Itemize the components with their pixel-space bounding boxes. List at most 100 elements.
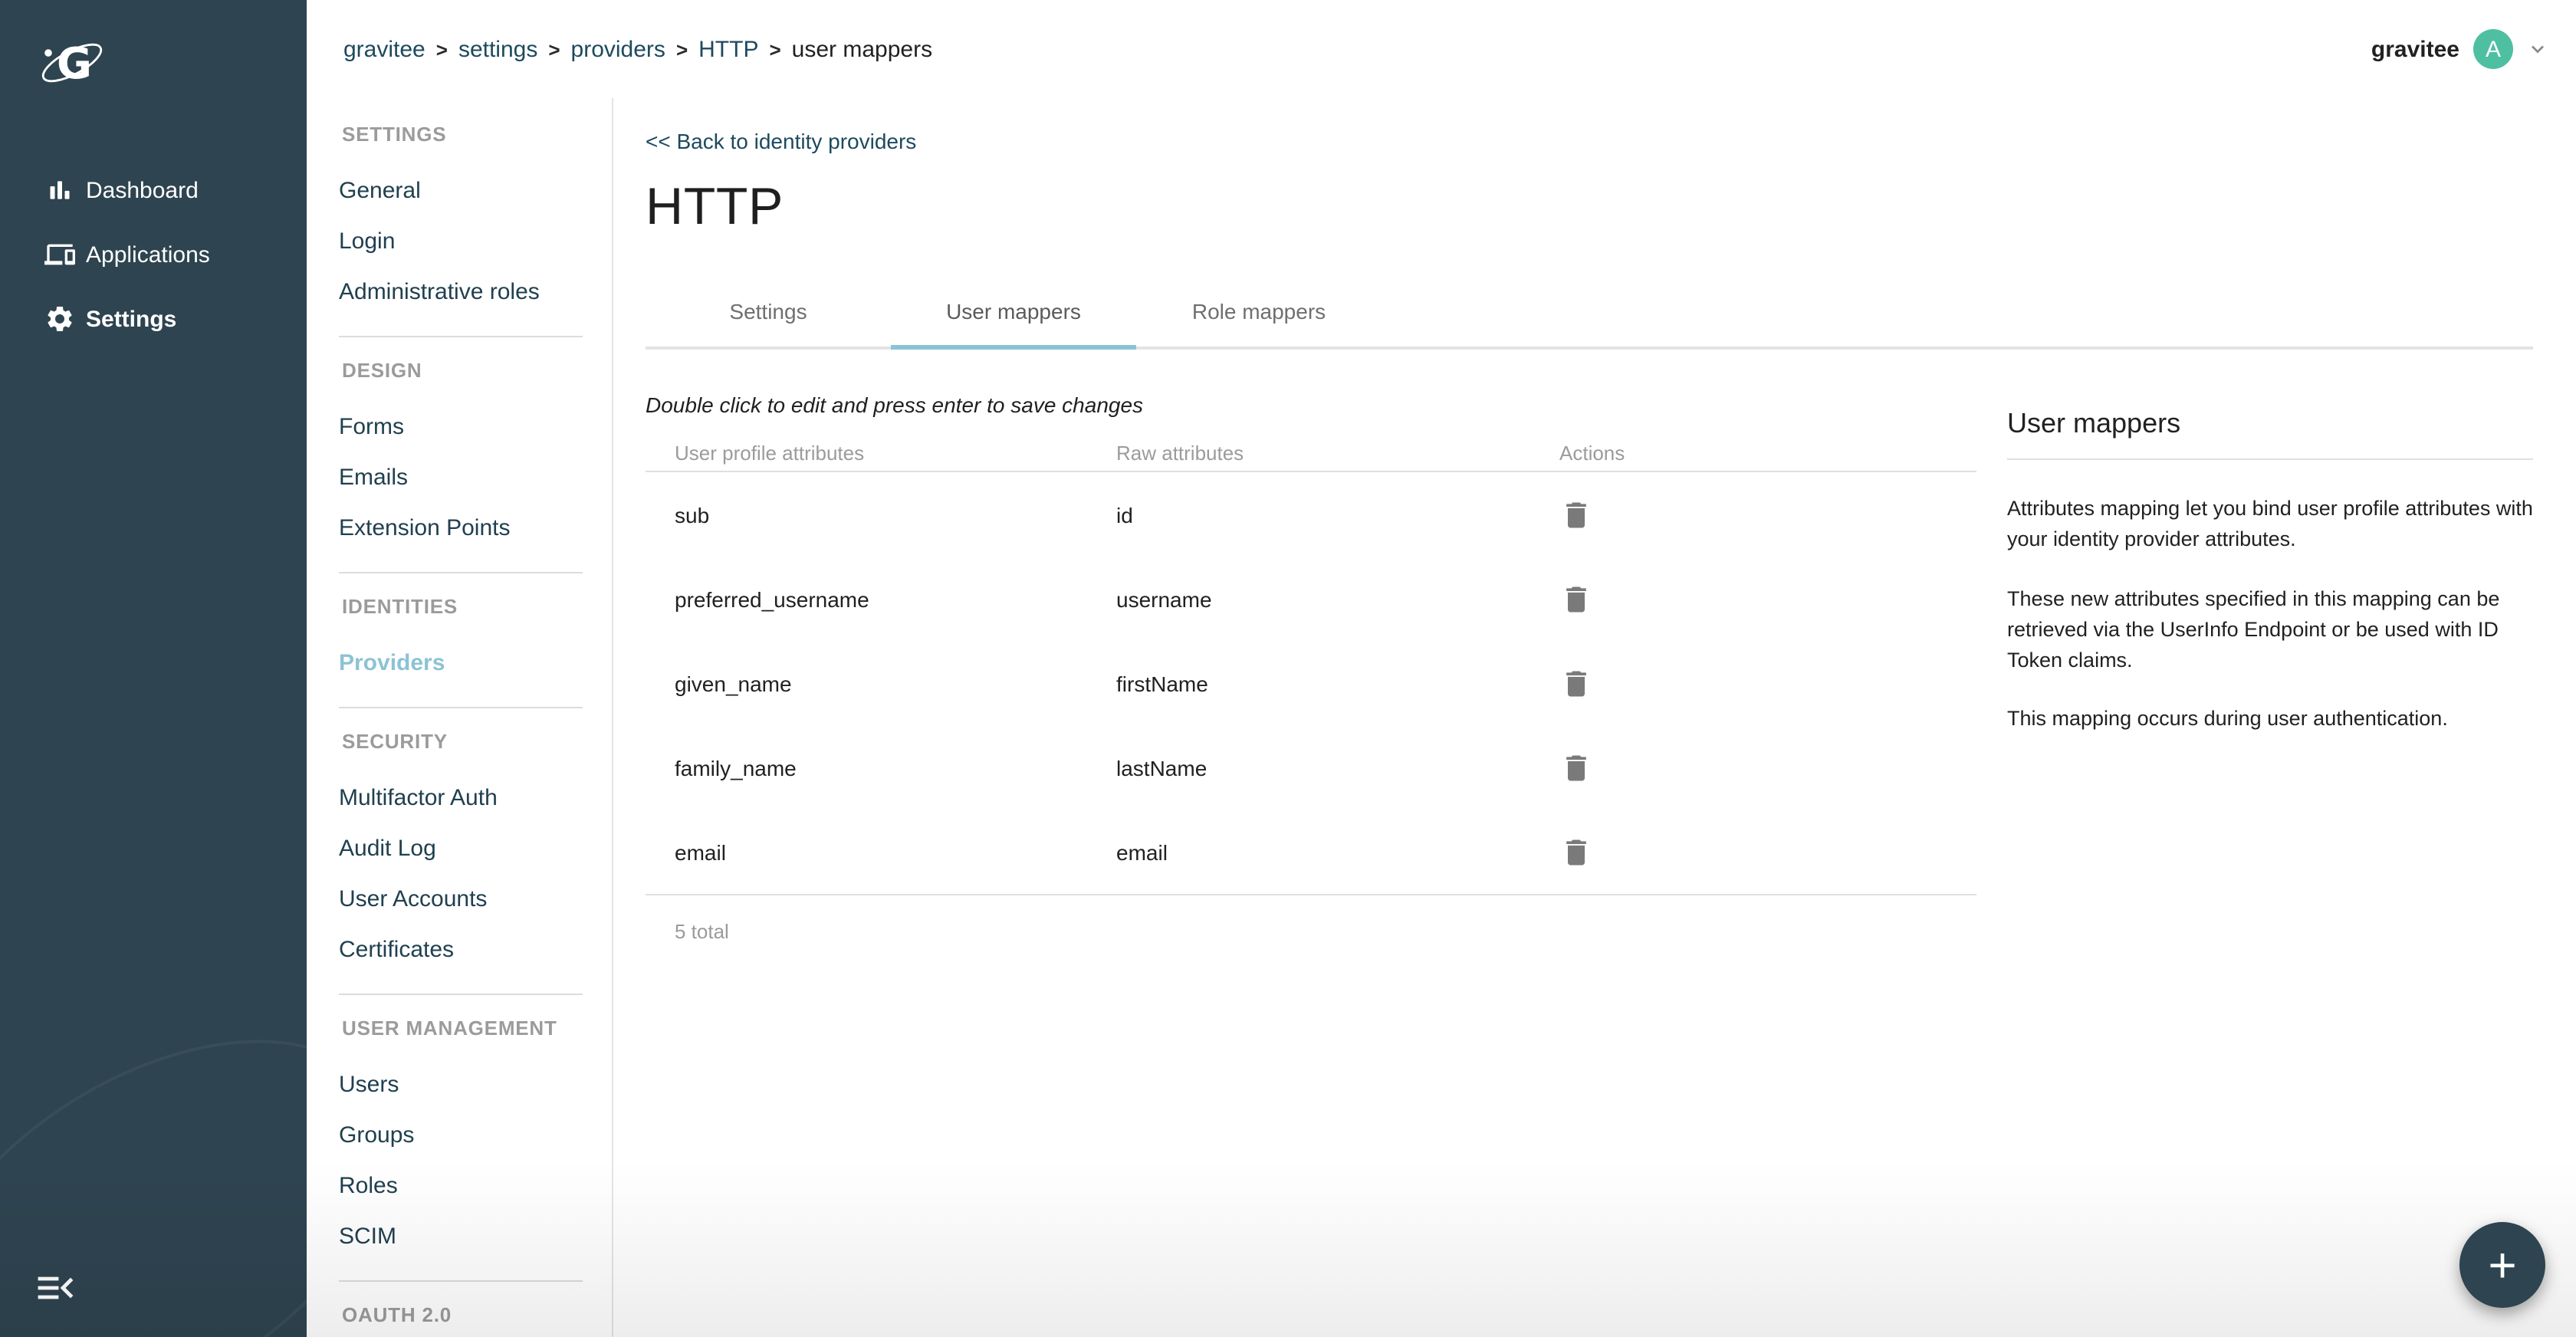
tab-bar: SettingsUser mappersRole mappers <box>646 276 2533 350</box>
delete-button[interactable] <box>1559 751 1593 784</box>
topbar: gravitee > settings > providers > HTTP > user ma… <box>307 0 2576 98</box>
sidebar-item-applications[interactable]: Applications <box>0 222 307 287</box>
nav-section-header-identities: IDENTITIES <box>342 592 612 623</box>
breadcrumb-link[interactable]: gravitee <box>343 36 426 62</box>
nav-item-certificates[interactable]: Certificates <box>339 925 612 975</box>
delete-button[interactable] <box>1559 666 1593 700</box>
delete-icon <box>1559 751 1593 784</box>
nav-section-header-security: SECURITY <box>342 727 612 757</box>
nav-item-multifactor-auth[interactable]: Multifactor Auth <box>339 773 612 823</box>
breadcrumb-link[interactable]: settings <box>458 36 537 62</box>
nav-item-forms[interactable]: Forms <box>339 402 612 452</box>
breadcrumb-link[interactable]: providers <box>571 36 665 62</box>
divider <box>339 336 583 337</box>
secondary-sidebar: SETTINGS GeneralLoginAdministrative roles… <box>307 98 613 1337</box>
main-content: << Back to identity providers HTTP Setti… <box>613 98 2576 1337</box>
delete-icon <box>1559 666 1593 700</box>
avatar[interactable]: A <box>2473 29 2513 69</box>
cell-user-profile-attribute[interactable]: sub <box>646 502 1116 527</box>
delete-icon <box>1559 835 1593 869</box>
cell-user-profile-attribute[interactable]: given_name <box>646 671 1116 695</box>
back-link[interactable]: << Back to identity providers <box>646 129 916 153</box>
breadcrumb-link[interactable]: HTTP <box>698 36 758 62</box>
bar-chart-icon <box>44 175 75 205</box>
tab-settings[interactable]: Settings <box>646 276 891 347</box>
total-count: 5 total <box>646 895 1976 943</box>
table-row: given_namefirstName <box>646 641 1976 725</box>
page-title: HTTP <box>646 175 2533 239</box>
mappers-table: subidpreferred_usernameusernamegiven_nam… <box>646 472 1976 895</box>
column-header-raw-attributes: Raw attributes <box>1116 442 1559 465</box>
nav-section-header-design: DESIGN <box>342 356 612 386</box>
nav-item-login[interactable]: Login <box>339 216 612 267</box>
delete-button[interactable] <box>1559 498 1593 531</box>
nav-section-header-oauth-2-0: OAUTH 2.0 <box>342 1300 612 1331</box>
nav-item-providers[interactable]: Providers <box>339 638 612 688</box>
divider <box>2007 458 2533 460</box>
delete-icon <box>1559 498 1593 531</box>
collapse-menu-icon <box>37 1288 77 1311</box>
mappers-table-section: Double click to edit and press enter to … <box>646 350 1976 1337</box>
nav-item-extension-points[interactable]: Extension Points <box>339 503 612 554</box>
cell-user-profile-attribute[interactable]: preferred_username <box>646 586 1116 611</box>
nav-item-roles[interactable]: Roles <box>339 1161 612 1211</box>
tab-user-mappers[interactable]: User mappers <box>891 276 1136 347</box>
svg-text:G: G <box>57 39 92 89</box>
column-header-user-profile-attributes: User profile attributes <box>646 442 1116 465</box>
nav-item-general[interactable]: General <box>339 166 612 216</box>
breadcrumb-separator: > <box>676 38 688 61</box>
side-panel-title: User mappers <box>2007 405 2533 442</box>
plus-icon: + <box>2488 1240 2516 1289</box>
cell-user-profile-attribute[interactable]: email <box>646 839 1116 864</box>
tab-role-mappers[interactable]: Role mappers <box>1136 276 1382 347</box>
divider <box>339 994 583 995</box>
primary-nav: Dashboard Applications Settings <box>0 158 307 351</box>
gear-icon <box>44 304 75 334</box>
add-mapper-fab[interactable]: + <box>2459 1222 2545 1308</box>
nav-item-audit-log[interactable]: Audit Log <box>339 823 612 874</box>
breadcrumb-current: user mappers <box>792 36 932 62</box>
sidebar-item-label: Applications <box>86 241 210 268</box>
nav-item-administrative-roles[interactable]: Administrative roles <box>339 267 612 317</box>
cell-raw-attribute[interactable]: id <box>1116 502 1559 527</box>
divider <box>339 1280 583 1282</box>
edit-hint: Double click to edit and press enter to … <box>646 393 1976 417</box>
cell-raw-attribute[interactable]: lastName <box>1116 755 1559 780</box>
nav-item-scim[interactable]: SCIM <box>339 1211 612 1262</box>
user-menu[interactable]: gravitee A <box>2371 29 2548 69</box>
chevron-down-icon[interactable] <box>2527 38 2548 60</box>
breadcrumb-separator: > <box>436 38 448 61</box>
sidebar-item-label: Settings <box>86 306 176 332</box>
table-row: emailemail <box>646 810 1976 894</box>
side-panel-paragraph: These new attributes specified in this m… <box>2007 583 2533 677</box>
column-header-actions: Actions <box>1559 442 1976 465</box>
breadcrumb-separator: > <box>548 38 560 61</box>
sidebar-collapse-button[interactable] <box>37 1270 77 1306</box>
cell-raw-attribute[interactable]: firstName <box>1116 671 1559 695</box>
gravitee-logo[interactable]: G <box>37 31 307 103</box>
nav-item-users[interactable]: Users <box>339 1059 612 1110</box>
sidebar-item-settings[interactable]: Settings <box>0 287 307 351</box>
actions-cell <box>1559 751 1976 784</box>
nav-item-groups[interactable]: Groups <box>339 1110 612 1161</box>
table-row: subid <box>646 472 1976 557</box>
cell-raw-attribute[interactable]: username <box>1116 586 1559 611</box>
actions-cell <box>1559 666 1976 700</box>
delete-button[interactable] <box>1559 835 1593 869</box>
breadcrumb-separator: > <box>769 38 780 61</box>
devices-icon <box>44 239 75 270</box>
actions-cell <box>1559 498 1976 531</box>
delete-button[interactable] <box>1559 582 1593 616</box>
app-window: G Dashboard Applications Settings <box>0 0 2576 1337</box>
table-row: preferred_usernameusername <box>646 557 1976 641</box>
side-panel-paragraph: Attributes mapping let you bind user pro… <box>2007 494 2533 556</box>
nav-item-emails[interactable]: Emails <box>339 452 612 503</box>
user-name: gravitee <box>2371 36 2459 62</box>
table-row: family_namelastName <box>646 725 1976 810</box>
cell-raw-attribute[interactable]: email <box>1116 839 1559 864</box>
nav-section-header-settings: SETTINGS <box>342 120 612 150</box>
nav-item-user-accounts[interactable]: User Accounts <box>339 874 612 925</box>
sidebar-item-dashboard[interactable]: Dashboard <box>0 158 307 222</box>
side-panel: User mappers Attributes mapping let you … <box>2007 350 2533 1337</box>
cell-user-profile-attribute[interactable]: family_name <box>646 755 1116 780</box>
